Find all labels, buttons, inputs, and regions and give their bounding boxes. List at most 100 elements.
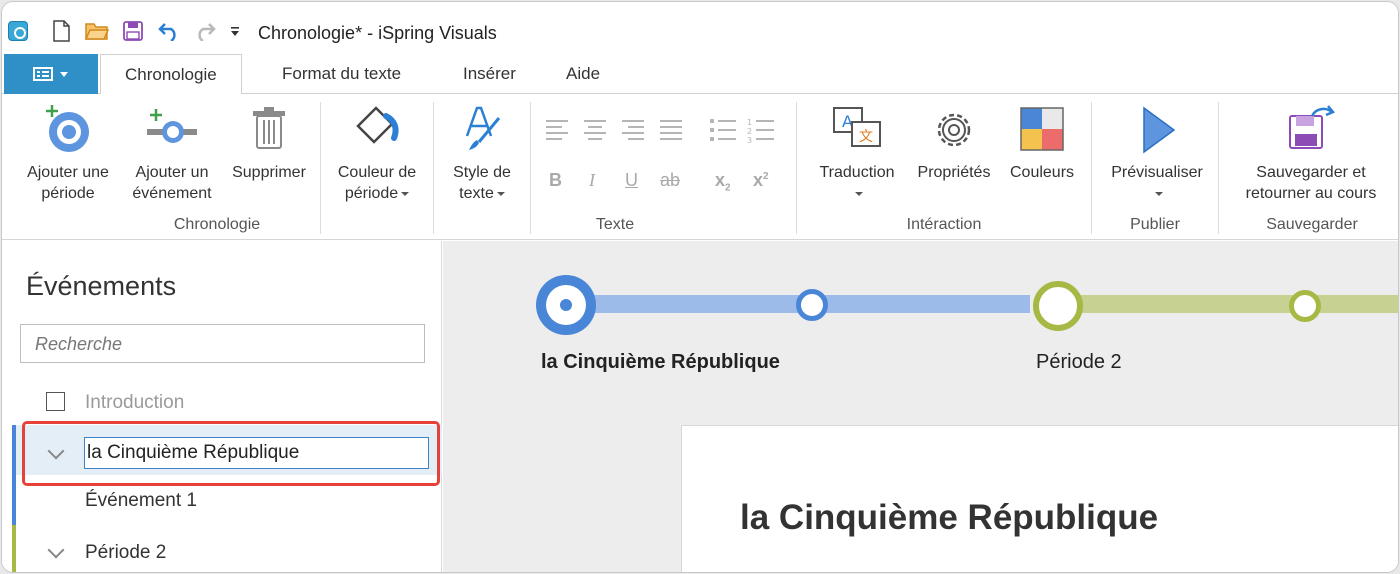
ribbon-separator bbox=[1218, 102, 1219, 234]
superscript-base: x bbox=[753, 170, 764, 190]
trash-icon bbox=[253, 107, 285, 149]
text-style-icon bbox=[465, 106, 501, 150]
list-item-introduction[interactable]: Introduction bbox=[85, 392, 184, 414]
add-period-label-2: période bbox=[41, 185, 95, 202]
chevron-down-icon[interactable] bbox=[47, 541, 65, 559]
timeline-node-event-1[interactable] bbox=[796, 289, 828, 321]
add-period-label-1: Ajouter une bbox=[27, 164, 109, 181]
save-return-icon bbox=[1289, 105, 1336, 149]
period-detail-card[interactable]: la Cinquième République bbox=[681, 425, 1398, 572]
preview-label: Prévisualiser bbox=[1111, 164, 1203, 181]
properties-label: Propriétés bbox=[917, 164, 991, 181]
timeline-canvas: la Cinquième République Période 2 la Cin… bbox=[443, 241, 1398, 572]
subscript-mark: 2 bbox=[725, 182, 731, 194]
paint-bucket-icon bbox=[356, 106, 399, 144]
delete-label: Supprimer bbox=[232, 164, 306, 181]
add-event-label-1: Ajouter un bbox=[135, 164, 209, 181]
title-bar: Chronologie* - iSpring Visuals bbox=[2, 2, 1398, 52]
list-item-event-1[interactable]: Événement 1 bbox=[85, 490, 197, 512]
play-icon bbox=[1143, 106, 1176, 154]
timeline-segment-period-2 bbox=[1058, 295, 1398, 313]
timeline-node-period-1[interactable] bbox=[536, 275, 596, 335]
svg-text:2: 2 bbox=[747, 127, 752, 136]
tab-aide[interactable]: Aide bbox=[566, 64, 600, 84]
group-label-sauvegarder: Sauvegarder bbox=[1266, 216, 1358, 233]
app-icon[interactable] bbox=[8, 21, 28, 41]
add-event-label-2: événement bbox=[132, 185, 212, 202]
ribbon-separator bbox=[1091, 102, 1092, 234]
properties-button[interactable]: Propriétés bbox=[908, 102, 1000, 183]
tab-chronologie[interactable]: Chronologie bbox=[100, 54, 242, 95]
save-return-label-1: Sauvegarder et bbox=[1256, 164, 1366, 181]
panel-title: Événements bbox=[26, 271, 177, 301]
ribbon-separator bbox=[320, 102, 321, 234]
introduction-checkbox[interactable] bbox=[46, 392, 65, 411]
text-style-label-2: texte bbox=[459, 185, 494, 202]
ribbon-separator bbox=[433, 102, 434, 234]
redo-icon[interactable] bbox=[192, 18, 218, 44]
svg-text:1: 1 bbox=[747, 118, 752, 127]
underline-button[interactable]: U bbox=[625, 170, 638, 191]
file-menu-button[interactable] bbox=[4, 54, 98, 94]
timeline-label-period-2: Période 2 bbox=[1036, 351, 1122, 373]
ribbon-separator bbox=[530, 102, 531, 234]
events-panel: Événements Recherche Introduction la Cin… bbox=[2, 241, 442, 572]
period-color-label-2: période bbox=[344, 185, 399, 202]
subscript-button[interactable]: x2 bbox=[715, 170, 731, 194]
svg-text:3: 3 bbox=[747, 136, 752, 144]
add-event-icon bbox=[147, 109, 197, 143]
undo-icon[interactable] bbox=[156, 18, 182, 44]
period-color-bar bbox=[12, 425, 16, 525]
period-color-label-1: Couleur de bbox=[337, 164, 417, 181]
subscript-base: x bbox=[715, 170, 726, 190]
window-title: Chronologie* - iSpring Visuals bbox=[258, 23, 497, 43]
add-period-button[interactable]: Ajouter une période bbox=[16, 102, 120, 204]
superscript-button[interactable]: x2 bbox=[753, 170, 769, 191]
chevron-down-icon bbox=[1154, 191, 1163, 196]
translation-button[interactable]: A 文 Traduction bbox=[808, 102, 906, 204]
group-label-interaction: Intéraction bbox=[906, 216, 982, 233]
colors-button[interactable]: Couleurs bbox=[1002, 102, 1082, 183]
svg-text:文: 文 bbox=[859, 129, 873, 145]
timeline-node-event-2[interactable] bbox=[1289, 290, 1321, 322]
alignment-icons: 123 bbox=[546, 118, 774, 144]
ribbon: Ajouter une période Ajouter un événement… bbox=[2, 94, 1398, 240]
ribbon-tabs: Chronologie Format du texte Insérer Aide bbox=[2, 54, 1398, 95]
group-label-publier: Publier bbox=[1130, 216, 1180, 233]
bold-button[interactable]: B bbox=[549, 170, 562, 191]
menu-icon bbox=[33, 67, 53, 81]
group-label-chronologie: Chronologie bbox=[173, 216, 261, 233]
italic-button[interactable]: I bbox=[589, 170, 595, 191]
ribbon-separator bbox=[796, 102, 797, 234]
text-style-button[interactable]: Style de texte bbox=[440, 102, 524, 204]
strikethrough-button[interactable]: ab bbox=[660, 170, 680, 191]
preview-button[interactable]: Prévisualiser bbox=[1100, 102, 1214, 204]
tab-inserer[interactable]: Insérer bbox=[463, 64, 516, 84]
tab-format-du-texte[interactable]: Format du texte bbox=[282, 64, 401, 84]
new-file-icon[interactable] bbox=[48, 18, 74, 44]
timeline-node-period-2[interactable] bbox=[1033, 281, 1083, 331]
search-input[interactable]: Recherche bbox=[20, 324, 425, 363]
chevron-down-icon bbox=[401, 191, 410, 196]
color-palette-icon bbox=[1020, 107, 1064, 151]
add-period-icon bbox=[46, 105, 89, 152]
delete-button[interactable]: Supprimer bbox=[224, 102, 314, 183]
timeline-label-period-1: la Cinquième République bbox=[541, 351, 780, 373]
text-style-label-1: Style de bbox=[453, 164, 511, 181]
save-and-return-button[interactable]: Sauvegarder et retourner au cours bbox=[1226, 102, 1396, 204]
card-title[interactable]: la Cinquième République bbox=[740, 498, 1158, 538]
app-window: Chronologie* - iSpring Visuals Chronolog… bbox=[1, 1, 1399, 573]
save-icon[interactable] bbox=[120, 18, 146, 44]
gear-icon bbox=[937, 113, 971, 147]
list-item-period-2[interactable]: Période 2 bbox=[85, 542, 166, 564]
highlight-box bbox=[22, 421, 440, 486]
chevron-down-icon bbox=[60, 72, 68, 77]
superscript-mark: 2 bbox=[763, 171, 769, 182]
period-color-button[interactable]: Couleur de période bbox=[327, 102, 427, 204]
save-return-label-2: retourner au cours bbox=[1245, 185, 1377, 202]
customize-toolbar-icon[interactable] bbox=[222, 18, 248, 44]
period-color-bar bbox=[12, 525, 16, 572]
translation-label: Traduction bbox=[819, 164, 895, 181]
add-event-button[interactable]: Ajouter un événement bbox=[122, 102, 222, 204]
open-folder-icon[interactable] bbox=[84, 18, 110, 44]
